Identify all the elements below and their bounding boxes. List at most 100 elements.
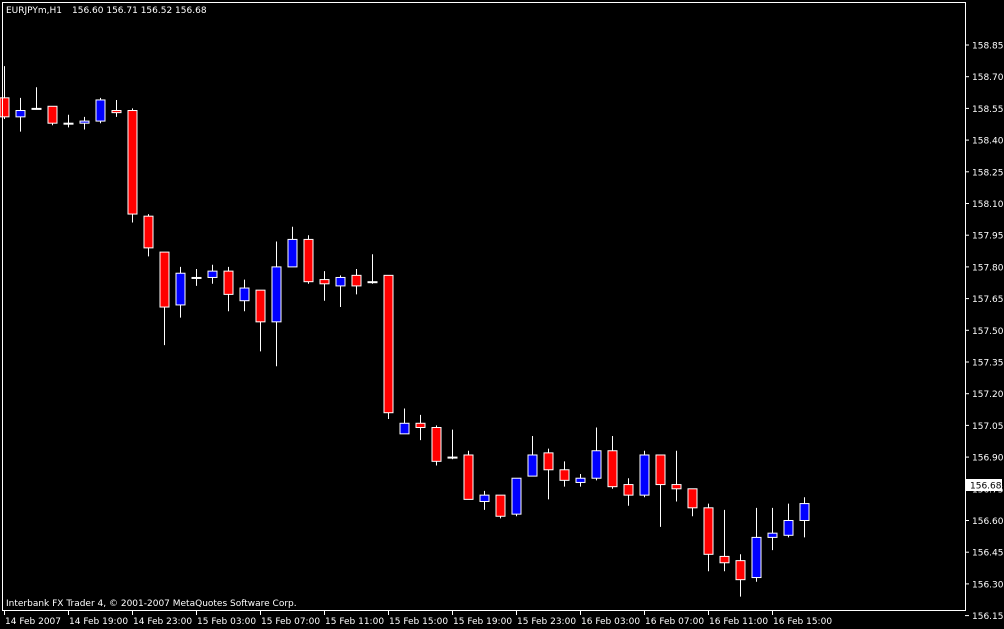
copyright-label: Interbank FX Trader 4, © 2001-2007 MetaQ… bbox=[6, 599, 297, 609]
x-tick-label: 14 Feb 19:00 bbox=[69, 617, 128, 627]
bear-candle-body bbox=[495, 494, 506, 517]
bear-candle-body bbox=[431, 427, 442, 462]
bull-candle-body bbox=[399, 422, 410, 435]
bull-candle-body bbox=[639, 454, 650, 496]
y-tick-label: 156.90 bbox=[972, 454, 1004, 464]
bear-candle-body bbox=[559, 469, 570, 481]
candle bbox=[383, 274, 394, 420]
chart-symbol-label: EURJPYm,H1 bbox=[6, 6, 62, 16]
bull-candle-body bbox=[751, 536, 762, 579]
chart-window: 158.85 158.70 158.55 158.40 158.25 158.10 157.… bbox=[0, 0, 1004, 629]
bull-candle-body bbox=[287, 238, 298, 268]
current-price-marker: 156.68 bbox=[966, 479, 1002, 492]
bear-candle-body bbox=[111, 110, 122, 114]
y-tick-label: 157.05 bbox=[972, 422, 1004, 432]
y-tick-label: 157.80 bbox=[972, 263, 1004, 273]
candle bbox=[303, 235, 314, 284]
bear-candle-body bbox=[63, 122, 74, 125]
bull-candle-body bbox=[591, 450, 602, 479]
bear-candle-body bbox=[159, 251, 170, 308]
chart-ohlc-label: 156.60 156.71 156.52 156.68 bbox=[72, 6, 207, 16]
bull-candle-body bbox=[15, 110, 26, 118]
bear-candle-body bbox=[143, 215, 154, 249]
bull-candle-body bbox=[239, 287, 250, 302]
bear-candle-body bbox=[463, 454, 474, 500]
bear-candle-body bbox=[671, 484, 682, 490]
bear-candle-body bbox=[0, 97, 10, 118]
candle bbox=[47, 105, 58, 126]
bear-candle-body bbox=[703, 507, 714, 555]
bear-candle-body bbox=[47, 105, 58, 124]
bull-candle-body bbox=[479, 494, 490, 502]
x-tick-label: 15 Feb 15:00 bbox=[389, 617, 448, 627]
y-tick-label: 158.55 bbox=[972, 105, 1004, 115]
bear-candle-body bbox=[223, 270, 234, 295]
bear-candle-body bbox=[367, 281, 378, 284]
x-tick-label: 15 Feb 19:00 bbox=[453, 617, 512, 627]
x-tick-label: 16 Feb 11:00 bbox=[709, 617, 768, 627]
y-tick-label: 158.25 bbox=[972, 168, 1004, 178]
x-tick-label: 14 Feb 2007 bbox=[5, 617, 61, 627]
y-tick-label: 158.10 bbox=[972, 200, 1004, 210]
bear-candle-body bbox=[127, 110, 138, 215]
candle bbox=[127, 108, 138, 223]
y-tick-label: 157.35 bbox=[972, 358, 1004, 368]
chart-background bbox=[0, 0, 1004, 629]
x-tick-label: 15 Feb 11:00 bbox=[325, 617, 384, 627]
bear-candle-body bbox=[319, 279, 330, 285]
bull-candle-body bbox=[575, 477, 586, 483]
y-tick-label: 157.65 bbox=[972, 295, 1004, 305]
x-tick-label: 15 Feb 23:00 bbox=[517, 617, 576, 627]
bull-candle-body bbox=[95, 99, 106, 122]
candle bbox=[463, 450, 474, 500]
candle bbox=[495, 494, 506, 519]
x-tick-label: 16 Feb 15:00 bbox=[773, 617, 832, 627]
bull-candle-body bbox=[79, 120, 90, 124]
y-tick-label: 156.60 bbox=[972, 517, 1004, 527]
bear-candle-body bbox=[255, 289, 266, 323]
bull-candle-body bbox=[175, 272, 186, 306]
y-tick-label: 156.30 bbox=[972, 580, 1004, 590]
bear-candle-body bbox=[191, 276, 202, 279]
bear-candle-body bbox=[623, 484, 634, 496]
bear-candle-body bbox=[303, 238, 314, 283]
candle bbox=[639, 450, 650, 498]
bull-candle-body bbox=[767, 532, 778, 538]
bull-candle-body bbox=[207, 270, 218, 278]
y-tick-label: 157.95 bbox=[972, 232, 1004, 242]
x-tick-label: 16 Feb 07:00 bbox=[645, 617, 704, 627]
y-tick-label: 157.20 bbox=[972, 390, 1004, 400]
candlestick-chart[interactable]: 158.85 158.70 158.55 158.40 158.25 158.10 157.… bbox=[0, 0, 1004, 629]
bear-candle-body bbox=[687, 488, 698, 509]
bear-candle-body bbox=[447, 456, 458, 459]
candle bbox=[511, 477, 522, 517]
y-tick-label: 158.85 bbox=[972, 42, 1004, 52]
candle bbox=[431, 425, 442, 466]
x-tick-label: 15 Feb 03:00 bbox=[197, 617, 256, 627]
bear-candle-body bbox=[351, 274, 362, 287]
candle bbox=[95, 97, 106, 124]
bear-candle-body bbox=[383, 274, 394, 414]
y-tick-label: 158.70 bbox=[972, 73, 1004, 83]
bull-candle-body bbox=[271, 266, 282, 323]
x-tick-label: 16 Feb 03:00 bbox=[581, 617, 640, 627]
bull-candle-body bbox=[783, 519, 794, 536]
bear-candle-body bbox=[655, 454, 666, 486]
x-tick-label: 15 Feb 07:00 bbox=[261, 617, 320, 627]
y-tick-label: 158.40 bbox=[972, 137, 1004, 147]
bear-candle-body bbox=[543, 452, 554, 471]
bull-candle-body bbox=[335, 276, 346, 287]
bear-candle-body bbox=[719, 555, 730, 564]
y-tick-label: 156.45 bbox=[972, 549, 1004, 559]
bull-candle-body bbox=[511, 477, 522, 515]
bear-candle-body bbox=[735, 560, 746, 581]
bull-candle-body bbox=[527, 454, 538, 477]
y-tick-label: 157.50 bbox=[972, 327, 1004, 337]
bear-candle-body bbox=[415, 422, 426, 429]
y-tick-label: 156.15 bbox=[972, 612, 1004, 622]
current-price-label: 156.68 bbox=[970, 482, 1002, 492]
bear-candle-body bbox=[31, 107, 42, 110]
bear-candle-body bbox=[607, 450, 618, 488]
x-tick-label: 14 Feb 23:00 bbox=[133, 617, 192, 627]
bull-candle-body bbox=[799, 503, 810, 521]
